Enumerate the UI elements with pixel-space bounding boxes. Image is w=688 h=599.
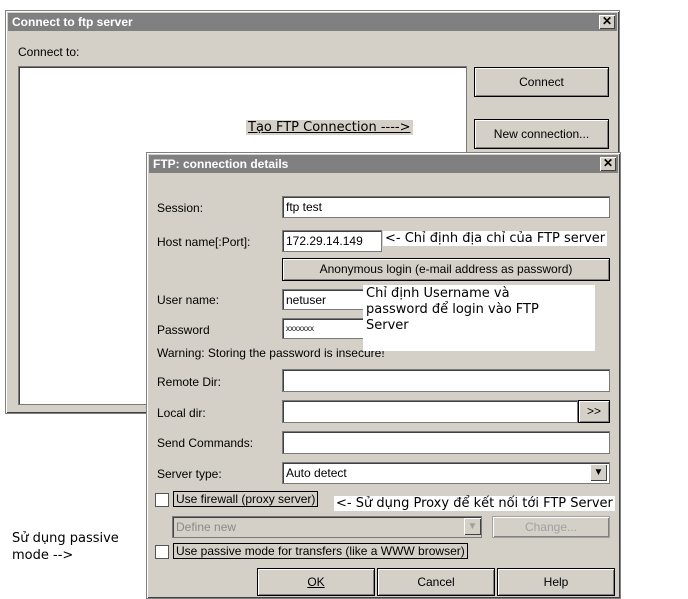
server-type-label: Server type:	[157, 467, 222, 481]
help-button[interactable]: Help	[497, 568, 615, 596]
host-annotation: <- Chỉ định địa chỉ của FTP server	[383, 231, 608, 246]
window-title: Connect to ftp server	[8, 13, 617, 31]
chevron-down-icon: ▼	[464, 518, 481, 535]
create-connection-annotation: Tạo FTP Connection ---->	[246, 120, 413, 135]
password-label: Password	[157, 323, 210, 337]
close-icon[interactable]: ✕	[599, 15, 615, 29]
username-annotation-line-1: Chỉ định Username và	[366, 286, 510, 301]
connect-button[interactable]: Connect	[474, 67, 609, 97]
username-label: User name:	[157, 293, 220, 307]
username-annotation-line-2: password để login vào FTP	[366, 302, 539, 317]
ok-button[interactable]: OK	[257, 568, 375, 596]
use-firewall-label[interactable]: Use firewall (proxy server)	[173, 491, 319, 507]
passive-mode-label[interactable]: Use passive mode for transfers (like a W…	[173, 543, 468, 559]
dialog-title: FTP: connection details	[149, 155, 618, 173]
local-dir-label: Local dir:	[157, 406, 206, 420]
send-commands-label: Send Commands:	[157, 436, 254, 450]
host-label: Host name[:Port]:	[157, 235, 251, 249]
remote-dir-label: Remote Dir:	[157, 375, 222, 389]
anonymous-login-button[interactable]: Anonymous login (e-mail address as passw…	[282, 258, 610, 281]
use-firewall-checkbox[interactable]	[155, 493, 169, 507]
local-dir-field[interactable]	[282, 400, 578, 423]
firewall-select[interactable]: Define new	[172, 516, 482, 538]
chevron-down-icon[interactable]: ▼	[590, 464, 607, 481]
passive-annotation: Sử dụng passive mode -->	[12, 530, 119, 564]
password-warning: Warning: Storing the password is insecur…	[157, 346, 385, 360]
username-field[interactable]: netuser	[282, 289, 372, 310]
server-type-select[interactable]: Auto detect	[282, 462, 610, 484]
close-icon[interactable]: ✕	[600, 157, 616, 171]
passive-annotation-line-1: Sử dụng passive	[12, 531, 119, 546]
remote-dir-field[interactable]	[282, 369, 610, 392]
passive-annotation-line-2: mode -->	[12, 548, 74, 563]
password-field[interactable]: xxxxxxx	[282, 318, 372, 339]
proxy-annotation: <- Sử dụng Proxy để kết nối tới FTP Serv…	[334, 496, 615, 511]
connect-to-label: Connect to:	[18, 45, 80, 59]
username-annotation: Chỉ định Username và password để login v…	[363, 285, 595, 351]
send-commands-field[interactable]	[282, 431, 610, 454]
session-label: Session:	[157, 201, 204, 215]
browse-local-dir-button[interactable]: >>	[578, 400, 610, 423]
cancel-button[interactable]: Cancel	[377, 568, 495, 596]
connection-details-dialog: FTP: connection details ✕ Session: ftp t…	[146, 152, 621, 599]
new-connection-button[interactable]: New connection...	[474, 119, 609, 149]
passive-mode-checkbox[interactable]	[155, 545, 169, 559]
username-annotation-line-3: Server	[366, 318, 409, 333]
host-field[interactable]: 172.29.14.149	[282, 230, 382, 252]
session-field[interactable]: ftp test	[282, 196, 610, 218]
ok-button-label: OK	[307, 575, 325, 589]
change-button[interactable]: Change...	[492, 516, 610, 538]
